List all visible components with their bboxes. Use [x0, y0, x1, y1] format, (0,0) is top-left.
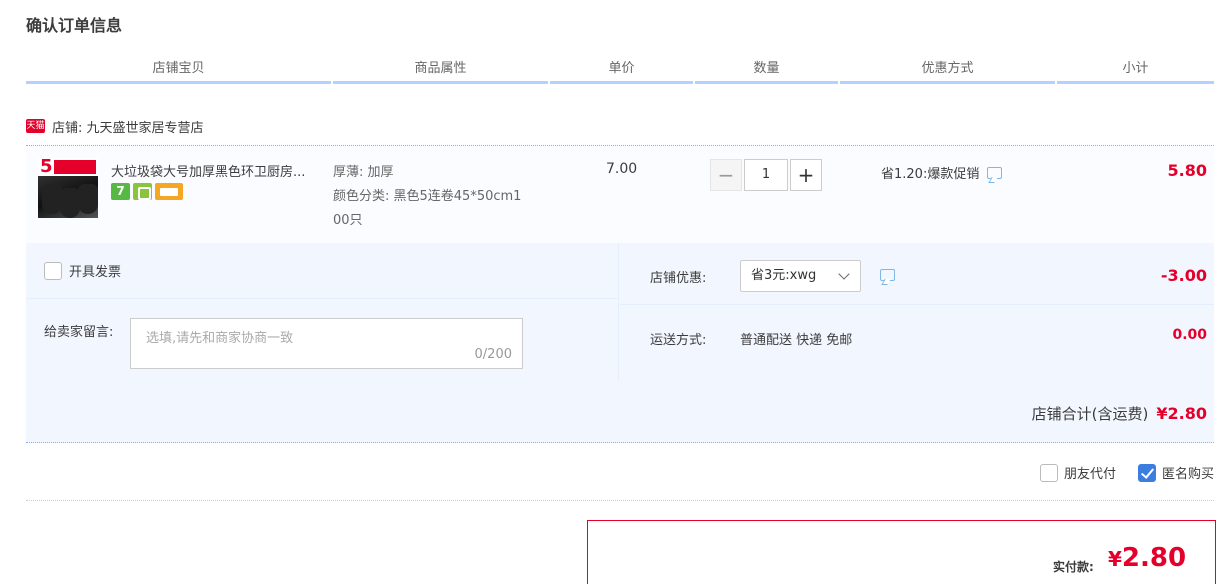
page-title: 确认订单信息 [26, 16, 123, 35]
credit-card-icon[interactable] [155, 183, 183, 200]
payment-label: 实付款: [1053, 560, 1094, 574]
invoice-option[interactable]: 开具发票 [44, 261, 121, 280]
item-subtotal: 5.80 [1167, 161, 1207, 180]
column-subtotal: 小计 [1057, 60, 1214, 84]
payment-value: 2.80 [1121, 543, 1187, 573]
shop-total-label: 店铺合计(含运费) [1031, 405, 1149, 423]
shop-total: 店铺合计(含运费) ¥2.80 [1032, 403, 1207, 424]
shop-name-link[interactable]: 店铺: 九天盛世家居专营店 [52, 117, 204, 136]
divider [26, 298, 619, 299]
unit-price: 7.00 [606, 161, 638, 177]
shop-discount-value: 省3元:xwg [751, 268, 817, 283]
column-quantity: 数量 [695, 60, 838, 84]
decrease-quantity-button[interactable]: − [710, 159, 742, 191]
product-attributes: 厚薄: 加厚 颜色分类: 黑色5连卷45*50cm1 00只 [333, 161, 558, 233]
order-item: 5 大垃圾袋大号加厚黑色环卫厨房... 7 厚薄: 加厚 颜色分类: 黑色5连卷… [26, 145, 1214, 243]
message-icon[interactable] [987, 166, 1003, 179]
invoice-checkbox[interactable] [44, 261, 62, 280]
purchase-options: 朋友代付 匿名购买 [1039, 463, 1214, 482]
shipping-label: 运送方式: [650, 333, 707, 348]
column-shop-item: 店铺宝贝 [26, 60, 331, 84]
attr-color-1: 颜色分类: 黑色5连卷45*50cm1 [333, 189, 522, 204]
quantity-stepper: − 1 + [710, 159, 822, 193]
shop-discount-label: 店铺优惠: [650, 271, 707, 286]
service-icons: 7 [111, 183, 183, 200]
seller-message-placeholder: 选填,请先和商家协商一致 [146, 331, 294, 346]
column-discount: 优惠方式 [840, 60, 1055, 84]
column-attributes: 商品属性 [333, 60, 548, 84]
column-header: 店铺宝贝 商品属性 单价 数量 优惠方式 小计 [26, 60, 1214, 84]
left-pane: 开具发票 给卖家留言: 选填,请先和商家协商一致 0/200 [26, 243, 619, 381]
payment-summary: 实付款: ¥2.80 [587, 520, 1216, 584]
product-thumbnail[interactable]: 5 [38, 158, 98, 218]
item-promotion: 省1.20:爆款促销 [881, 163, 1003, 182]
divider [26, 500, 1214, 501]
seller-message-label: 给卖家留言: [44, 325, 114, 340]
friend-pay-label: 朋友代付 [1063, 467, 1116, 482]
seller-message-input[interactable]: 选填,请先和商家协商一致 0/200 [130, 318, 523, 369]
shipping-method: 普通配送 快递 免邮 [740, 333, 853, 348]
increase-quantity-button[interactable]: + [790, 159, 822, 191]
attr-color-2: 00只 [333, 213, 363, 228]
guarantee-icon[interactable] [133, 183, 152, 200]
anonymous-option[interactable]: 匿名购买 [1137, 463, 1214, 482]
friend-pay-checkbox[interactable] [1039, 463, 1058, 482]
shop-row: 天猫 店铺: 九天盛世家居专营店 [26, 116, 204, 136]
anonymous-checkbox[interactable] [1137, 463, 1156, 482]
order-extras-panel: 开具发票 给卖家留言: 选填,请先和商家协商一致 0/200 店铺优惠: 省3元… [26, 243, 1214, 443]
anonymous-label: 匿名购买 [1161, 467, 1214, 482]
right-pane: 店铺优惠: 省3元:xwg -3.00 运送方式: 普通配送 快递 免邮 0.0… [620, 243, 1214, 381]
thumbnail-badge: 5 [40, 158, 53, 177]
invoice-label: 开具发票 [69, 265, 122, 280]
promotion-text: 省1.20:爆款促销 [881, 167, 980, 182]
quantity-input[interactable]: 1 [744, 159, 788, 191]
shop-discount-amount: -3.00 [1160, 266, 1207, 285]
seven-day-return-icon[interactable]: 7 [111, 183, 130, 200]
friend-pay-option[interactable]: 朋友代付 [1039, 463, 1116, 482]
payment-amount: ¥2.80 [1108, 543, 1186, 573]
product-title-link[interactable]: 大垃圾袋大号加厚黑色环卫厨房... [111, 161, 329, 180]
shipping-fee: 0.00 [1172, 327, 1207, 343]
attr-thickness: 厚薄: 加厚 [333, 165, 394, 180]
shop-discount-row: 店铺优惠: 省3元:xwg -3.00 [620, 243, 1214, 305]
shop-discount-select[interactable]: 省3元:xwg [740, 260, 861, 292]
column-unit-price: 单价 [550, 60, 693, 84]
chevron-down-icon [838, 268, 850, 280]
currency-symbol: ¥ [1108, 547, 1122, 571]
shop-total-amount: ¥2.80 [1156, 404, 1207, 423]
char-counter: 0/200 [474, 347, 512, 362]
tmall-icon: 天猫 [26, 119, 45, 133]
message-icon[interactable] [880, 269, 895, 281]
